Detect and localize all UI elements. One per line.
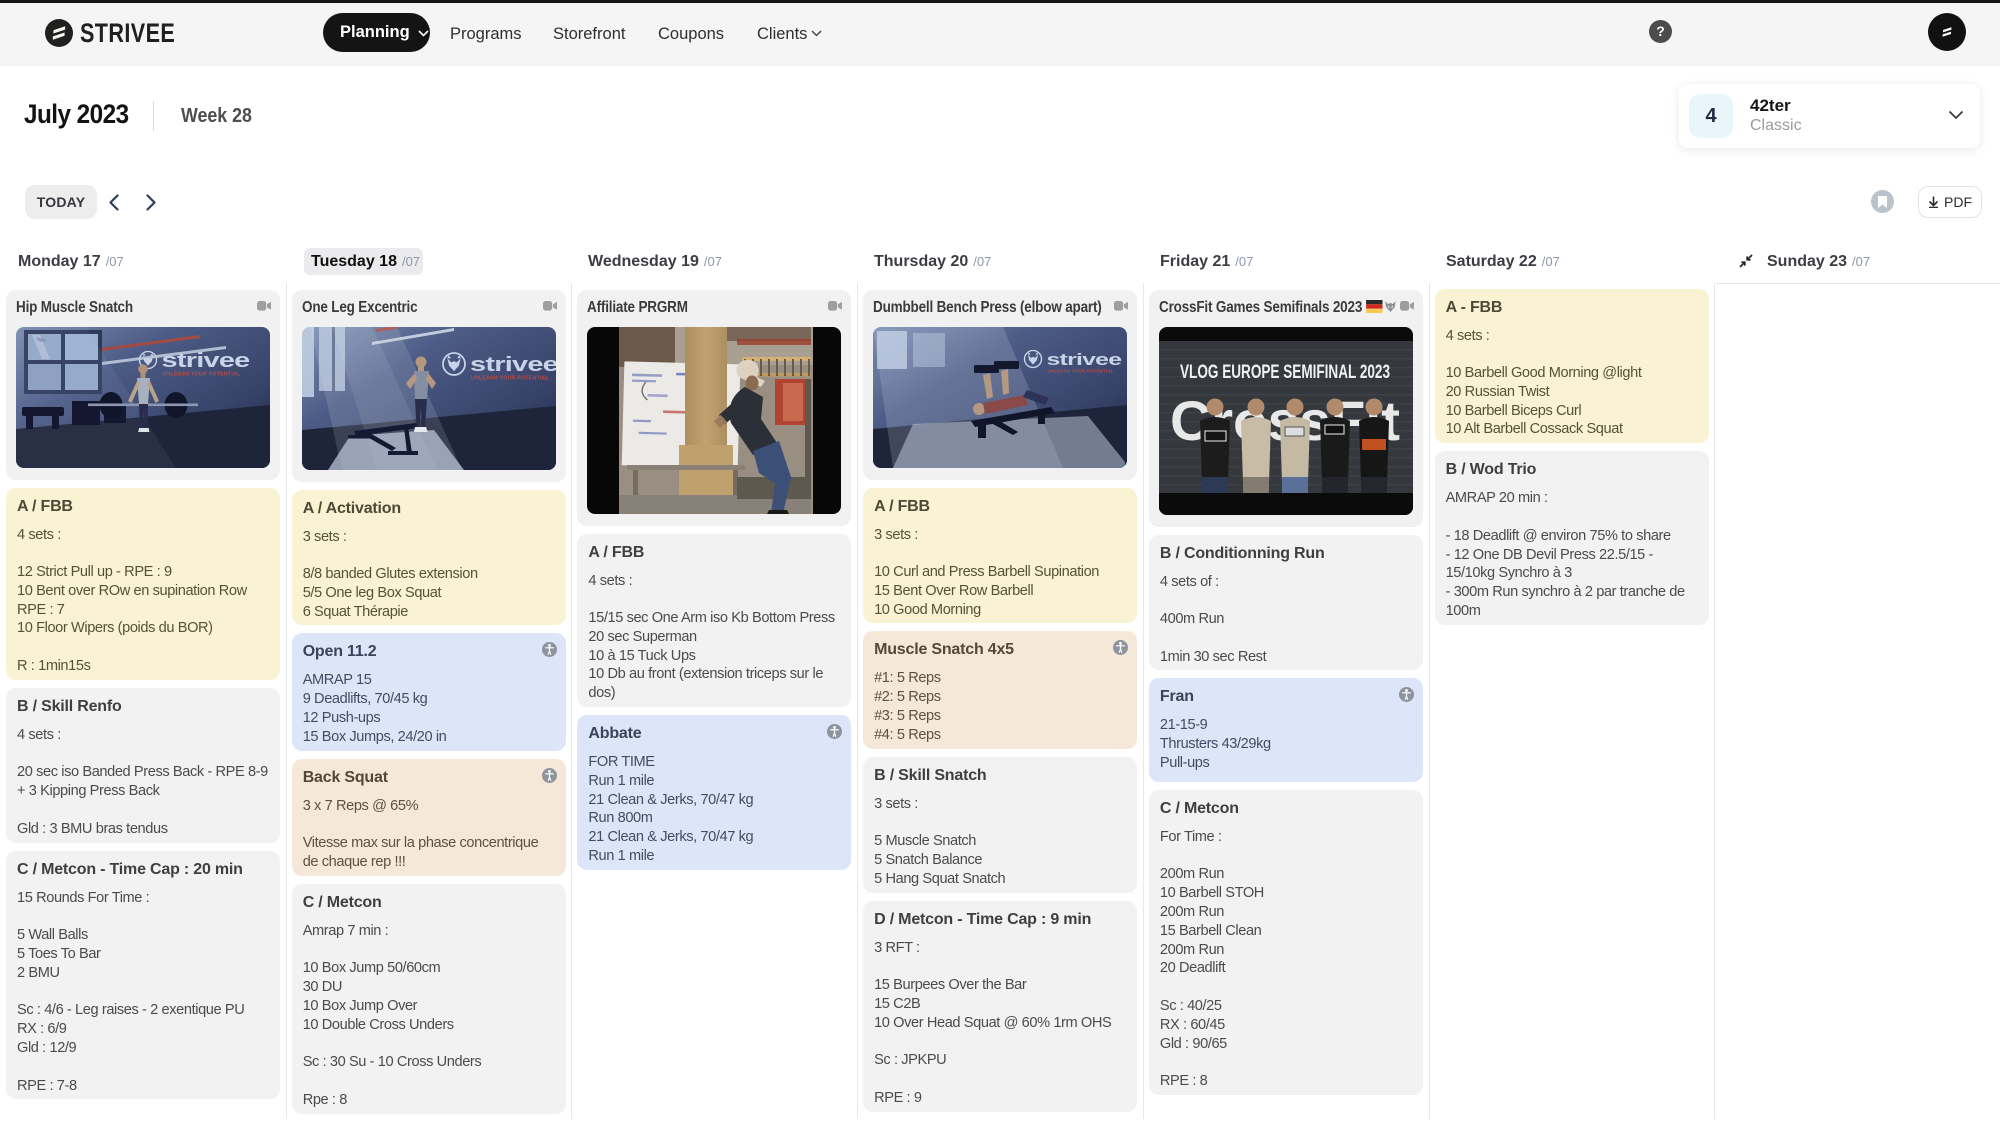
svg-text:UNLEASH YOUR POTENTIAL: UNLEASH YOUR POTENTIAL bbox=[471, 375, 550, 381]
svg-text:VLOG EUROPE SEMIFINAL 2023: VLOG EUROPE SEMIFINAL 2023 bbox=[1180, 362, 1390, 383]
svg-text:strivee: strivee bbox=[470, 354, 556, 376]
svg-text:strivee: strivee bbox=[162, 350, 251, 372]
svg-text:UNLEASH YOUR POTENTIAL: UNLEASH YOUR POTENTIAL bbox=[1048, 368, 1114, 373]
svg-text:UNLEASH YOUR POTENTIAL: UNLEASH YOUR POTENTIAL bbox=[163, 371, 242, 377]
svg-text:strivee: strivee bbox=[1047, 350, 1122, 369]
